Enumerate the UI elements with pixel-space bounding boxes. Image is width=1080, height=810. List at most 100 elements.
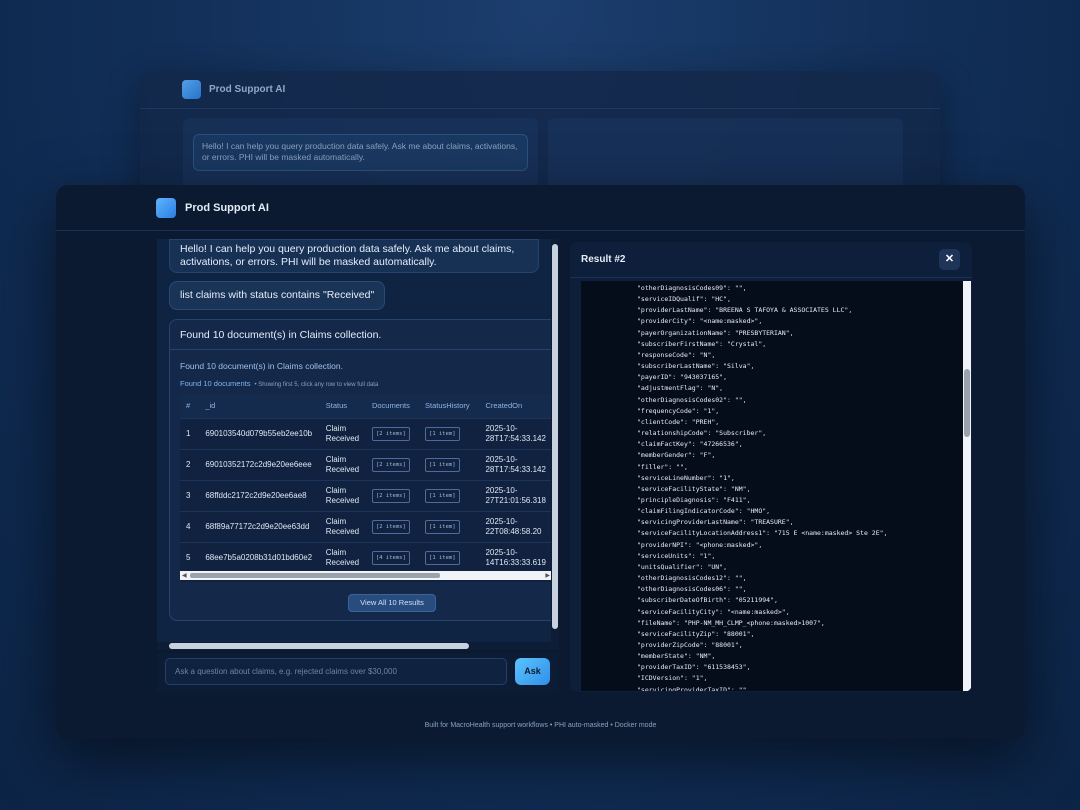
row-created-on: 2025-10-27T21:01:56.318 — [479, 479, 552, 511]
status-history-chip[interactable]: [1 item] — [425, 426, 460, 441]
json-line: "serviceUnits": "1", — [637, 551, 716, 560]
json-line: "payerID": "943037165", — [637, 373, 728, 382]
column-header-status: Status — [319, 394, 366, 418]
result-vertical-scrollbar[interactable] — [963, 281, 971, 691]
ask-button[interactable]: Ask — [515, 658, 550, 685]
row-status: Claim Received — [319, 417, 366, 449]
assistant-result-message: Found 10 document(s) in Claims collectio… — [169, 319, 559, 621]
json-line: "adjustmentFlag": "N", — [637, 384, 724, 393]
chat-horizontal-scrollbar[interactable] — [157, 642, 559, 650]
column-header-num: # — [180, 394, 200, 418]
json-line: "principleDiagnosis": "F411", — [637, 495, 751, 504]
question-input[interactable]: Ask a question about claims, e.g. reject… — [165, 658, 507, 685]
json-line: "unitsQualifier": "UN", — [637, 562, 728, 571]
json-line: "otherDiagnosisCodes12": "", — [637, 574, 747, 583]
json-line: "serviceLineNumber": "1", — [637, 473, 735, 482]
app-title: Prod Support AI — [185, 201, 269, 214]
json-line: "serviceFacilityState": "NM", — [637, 484, 751, 493]
status-history-chip[interactable]: [1 item] — [425, 457, 460, 472]
row-number: 1 — [180, 417, 200, 449]
app-logo-icon — [182, 80, 201, 99]
row-id: 69010352172c2d9e20ee6eee — [199, 448, 320, 480]
result-scrollbar-thumb[interactable] — [964, 369, 970, 437]
json-line: "subscriberLastName": "Silva", — [637, 362, 755, 371]
main-window: Prod Support AI Hello! I can help you qu… — [56, 185, 1025, 739]
json-line: "responseCode": "N", — [637, 350, 716, 359]
table-row[interactable]: 4 68f89a77172c2d9e20ee63dd Claim Receive… — [180, 510, 552, 542]
row-created-on: 2025-10-28T17:54:33.142 — [479, 417, 552, 449]
json-line: "providerZipCode": "88001", — [637, 641, 743, 649]
json-line: "filler": "", — [637, 462, 688, 471]
row-id: 68ee7b5a0208b31d01bd60e2 — [199, 541, 320, 573]
json-line: "serviceFacilityCity": "<name:masked>", — [637, 607, 790, 616]
documents-chip[interactable]: [2 items] — [371, 457, 410, 472]
row-number: 4 — [180, 510, 200, 542]
row-status: Claim Received — [319, 448, 366, 480]
table-row[interactable]: 1 690103540d079b55eb2ee10b Claim Receive… — [180, 417, 552, 449]
documents-chip[interactable]: [4 items] — [371, 550, 410, 565]
documents-hint: • Showing first 5, click any row to view… — [254, 382, 379, 388]
app-logo-icon — [156, 197, 176, 218]
chat-panel[interactable]: Hello! I can help you query production d… — [157, 239, 559, 650]
status-history-chip[interactable]: [1 item] — [425, 519, 460, 534]
result-message-subtitle: Found 10 document(s) in Claims collectio… — [180, 361, 343, 371]
row-number: 2 — [180, 448, 200, 480]
row-id: 68ffddc2172c2d9e20ee6ae8 — [199, 479, 320, 511]
table-horizontal-scrollbar[interactable]: ◀ ▶ — [180, 571, 552, 580]
column-header-createdon: CreatedOn — [479, 394, 552, 418]
background-app-title: Prod Support AI — [209, 84, 286, 95]
assistant-greeting-message: Hello! I can help you query production d… — [169, 239, 539, 273]
table-row[interactable]: 2 69010352172c2d9e20ee6eee Claim Receive… — [180, 448, 552, 480]
json-line: "frequencyCode": "1", — [637, 406, 720, 415]
json-line: "providerTaxID": "611538453", — [637, 663, 751, 672]
json-line: "subscriberDateOfBirth": "05211994", — [637, 596, 778, 605]
table-scrollbar-thumb[interactable] — [190, 573, 440, 578]
documents-chip[interactable]: [2 items] — [371, 488, 410, 503]
row-number: 3 — [180, 479, 200, 511]
json-line: "subscriberFirstName": "Crystal", — [637, 339, 767, 348]
column-header-id: _id — [199, 394, 320, 418]
documents-chip[interactable]: [2 items] — [371, 519, 410, 534]
row-created-on: 2025-10-28T17:54:33.142 — [479, 448, 552, 480]
background-window-header: Prod Support AI — [140, 71, 940, 109]
row-status: Claim Received — [319, 541, 366, 573]
json-line: "payerOrganizationName": "PRESBYTERIAN", — [637, 328, 794, 337]
json-line: "servicingProviderTaxID": "", — [637, 685, 751, 691]
table-row[interactable]: 5 68ee7b5a0208b31d01bd60e2 Claim Receive… — [180, 541, 552, 573]
view-all-results-button[interactable]: View All 10 Results — [348, 594, 436, 612]
result-title: Result #2 — [570, 242, 972, 278]
json-line: "claimFilingIndicatorCode": "HMO", — [637, 507, 771, 516]
result-panel: Result #2 ✕ "otherDiagnosisCodes09": "",… — [570, 242, 972, 692]
row-id: 68f89a77172c2d9e20ee63dd — [199, 510, 320, 542]
table-header-row: # _id Status Documents StatusHistory Cre… — [180, 394, 552, 418]
results-table-container[interactable]: # _id Status Documents StatusHistory Cre… — [180, 394, 552, 582]
close-icon[interactable]: ✕ — [939, 249, 960, 270]
documents-chip[interactable]: [2 items] — [371, 426, 410, 441]
table-row[interactable]: 3 68ffddc2172c2d9e20ee6ae8 Claim Receive… — [180, 479, 552, 511]
scroll-right-icon[interactable]: ▶ — [545, 572, 550, 579]
row-status: Claim Received — [319, 479, 366, 511]
scroll-left-icon[interactable]: ◀ — [182, 572, 187, 579]
documents-count-label: Found 10 documents — [180, 379, 251, 388]
result-message-header: Found 10 document(s) in Claims collectio… — [170, 320, 558, 350]
row-created-on: 2025-10-14T16:33:33.619 — [479, 541, 552, 573]
chat-hscrollbar-thumb[interactable] — [169, 643, 469, 649]
row-number: 5 — [180, 541, 200, 573]
json-viewer[interactable]: "otherDiagnosisCodes09": "", "serviceIDQu… — [581, 281, 963, 691]
json-line: "relationshipCode": "Subscriber", — [637, 429, 767, 438]
chat-scrollbar-thumb[interactable] — [552, 244, 558, 629]
background-greeting-message: Hello! I can help you query production d… — [193, 134, 528, 171]
json-line: "servicingProviderLastName": "TREASURE", — [637, 518, 794, 527]
json-line: "memberGender": "F", — [637, 451, 716, 460]
row-status: Claim Received — [319, 510, 366, 542]
app-header: Prod Support AI — [56, 185, 1025, 231]
chat-vertical-scrollbar[interactable] — [551, 239, 559, 642]
status-history-chip[interactable]: [1 item] — [425, 488, 460, 503]
json-line: "otherDiagnosisCodes09": "", — [637, 284, 747, 292]
json-line: "claimFactKey": "47266536", — [637, 440, 743, 449]
row-id: 690103540d079b55eb2ee10b — [199, 417, 320, 449]
user-message: list claims with status contains "Receiv… — [169, 281, 386, 310]
json-line: "providerLastName": "BREENA S TAFOYA & A… — [637, 306, 853, 315]
footer-text: Built for MacroHealth support workflows … — [424, 722, 657, 729]
status-history-chip[interactable]: [1 item] — [425, 550, 460, 565]
